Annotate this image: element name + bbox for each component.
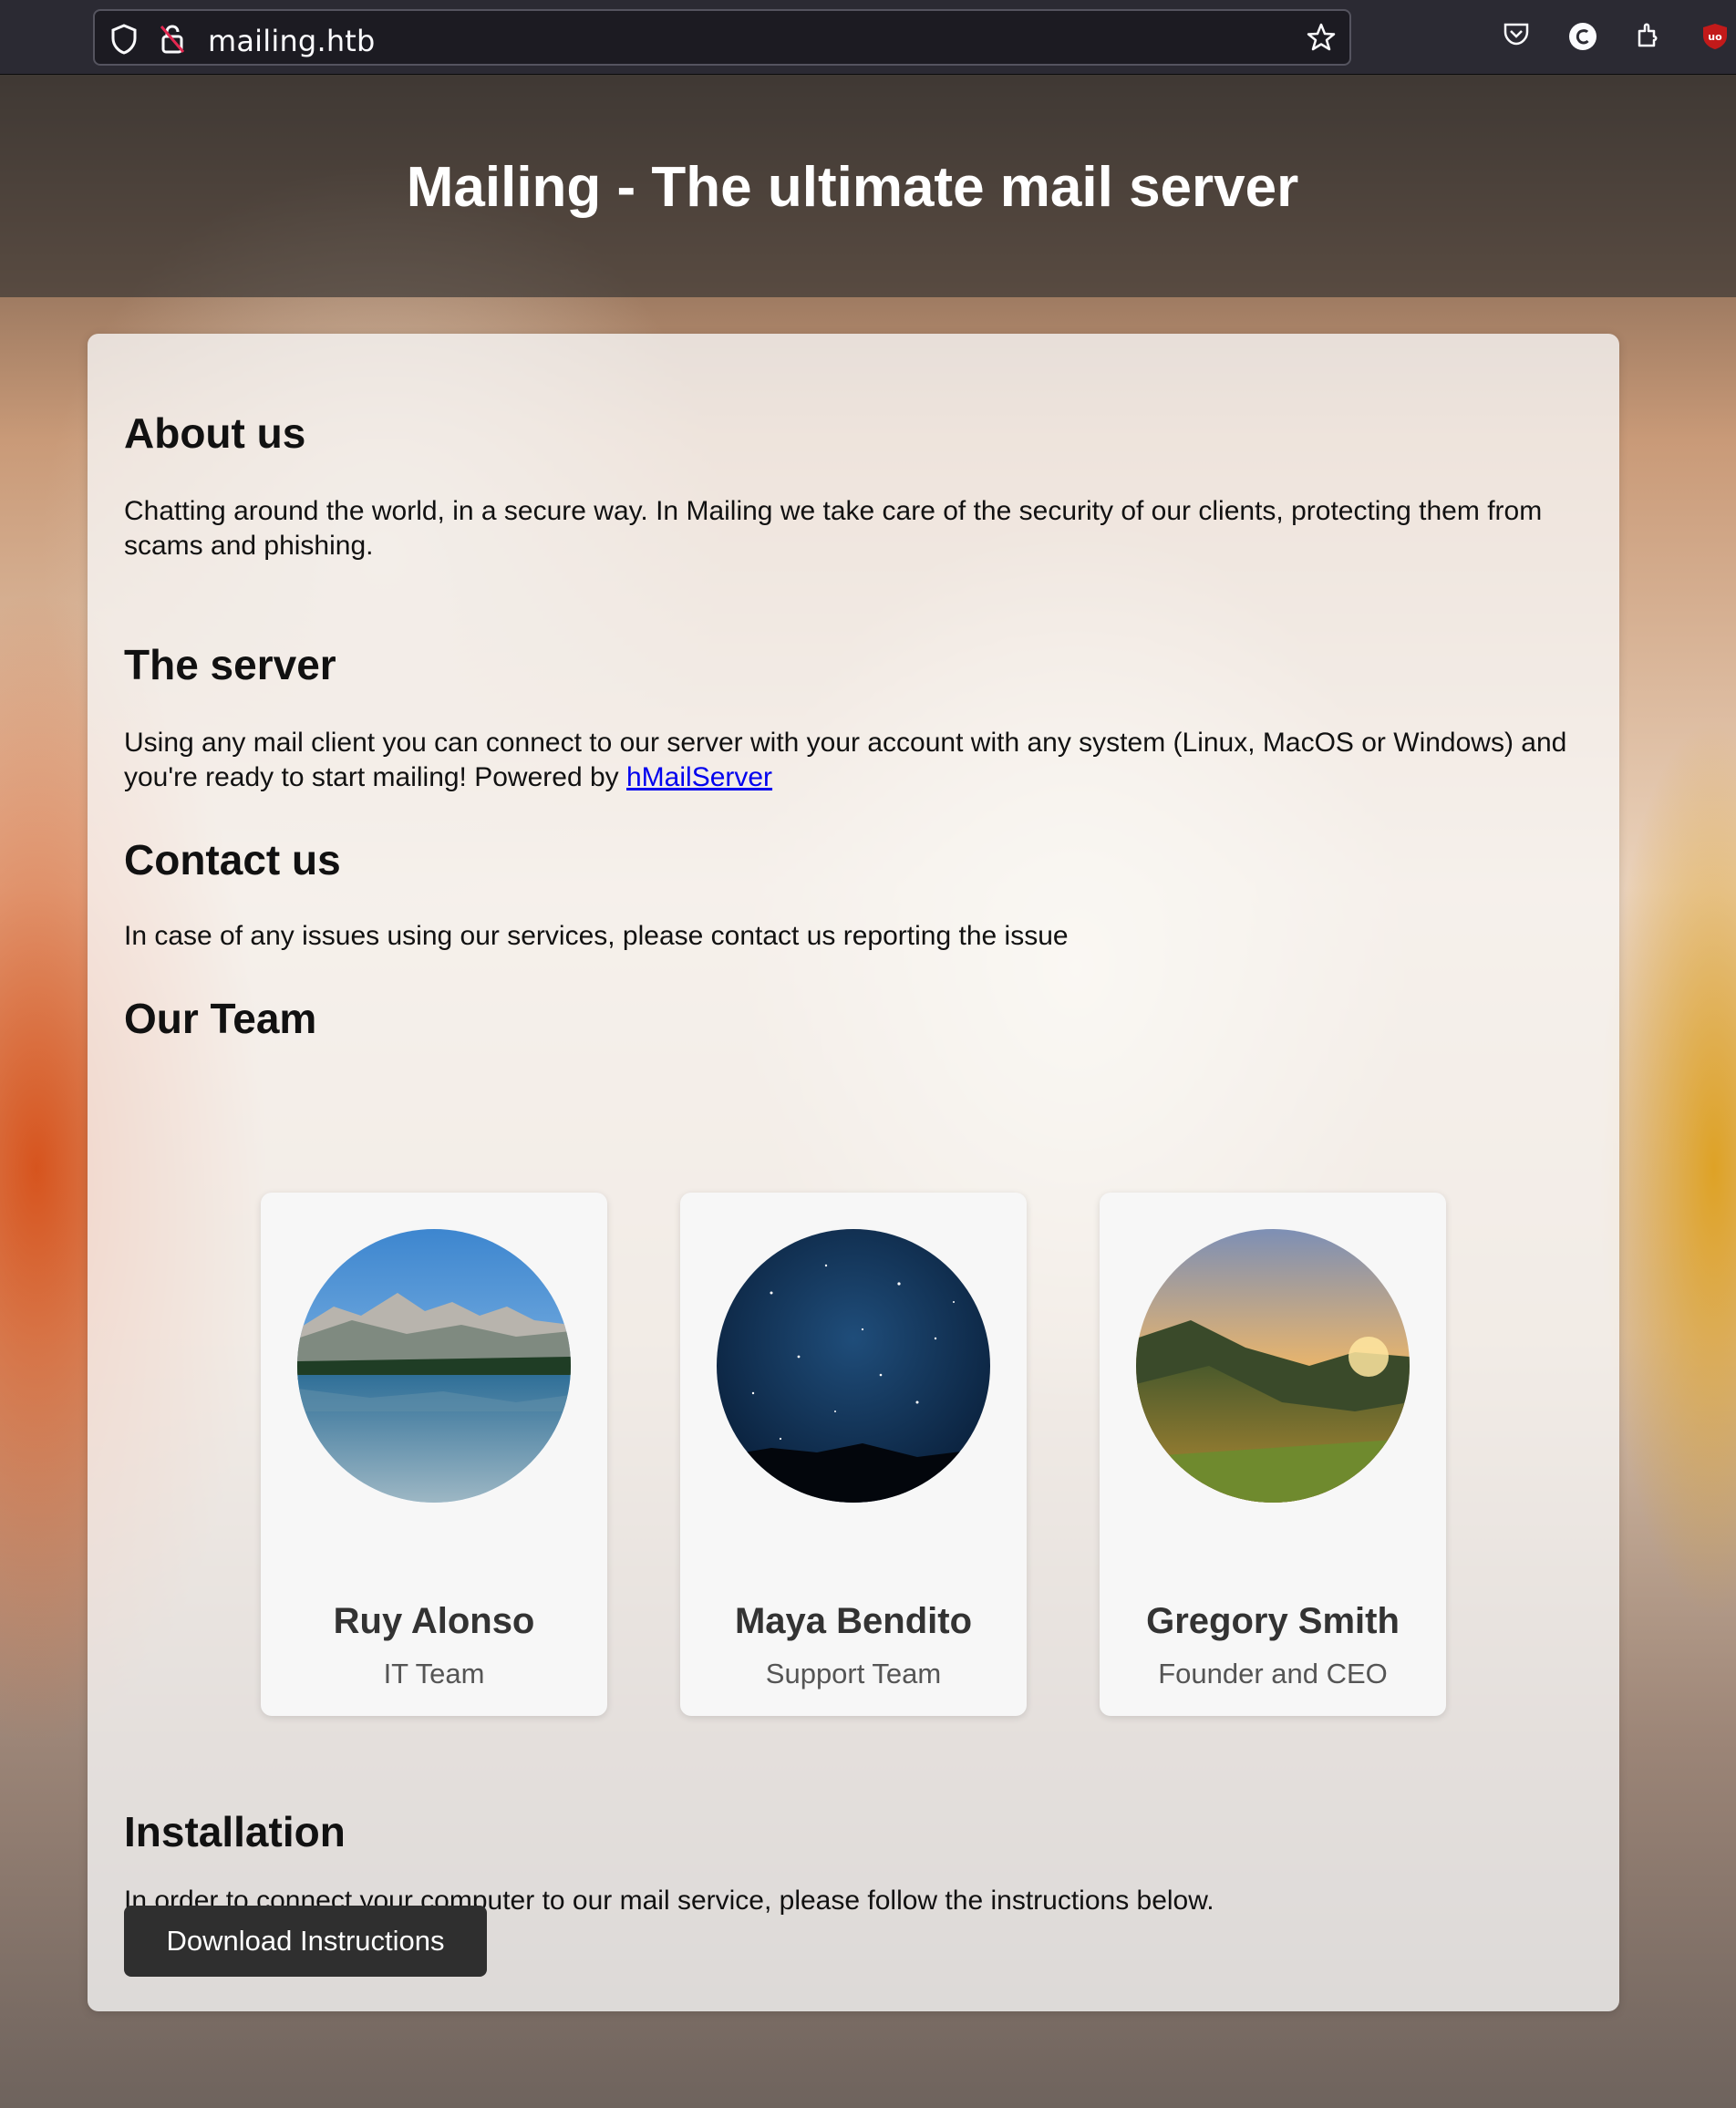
contact-text: In case of any issues using our services… — [124, 921, 1069, 951]
page-background: Mailing - The ultimate mail server About… — [0, 75, 1736, 2108]
member-name: Gregory Smith — [1146, 1601, 1400, 1641]
about-heading: About us — [124, 409, 306, 457]
page-title: Mailing - The ultimate mail server — [406, 156, 1299, 219]
team-member-card: Maya Bendito Support Team — [680, 1193, 1027, 1716]
insecure-lock-icon[interactable] — [159, 23, 186, 60]
extensions-icon[interactable] — [1636, 20, 1663, 54]
ublock-icon[interactable]: uo — [1701, 22, 1729, 56]
contact-heading: Contact us — [124, 836, 341, 884]
url-text[interactable]: mailing.htb — [208, 24, 376, 58]
sunset-valley-photo — [1136, 1229, 1410, 1503]
team-heading: Our Team — [124, 995, 317, 1042]
installation-heading: Installation — [124, 1808, 346, 1855]
pocket-icon[interactable] — [1503, 20, 1530, 52]
bookmark-star-icon[interactable] — [1306, 22, 1337, 57]
member-role: IT Team — [383, 1658, 485, 1690]
site-header: Mailing - The ultimate mail server — [0, 75, 1736, 297]
server-heading: The server — [124, 641, 336, 688]
team-member-card: Gregory Smith Founder and CEO — [1100, 1193, 1446, 1716]
member-name: Ruy Alonso — [333, 1601, 535, 1641]
address-bar[interactable]: mailing.htb — [93, 9, 1351, 66]
hmailserver-link[interactable]: hMailServer — [626, 762, 772, 792]
shield-icon[interactable] — [109, 24, 139, 59]
svg-text:uo: uo — [1708, 31, 1722, 43]
main-content: About us Chatting around the world, in a… — [88, 334, 1619, 2011]
member-name: Maya Bendito — [734, 1601, 973, 1641]
server-text-body: Using any mail client you can connect to… — [124, 728, 1567, 792]
account-icon[interactable] — [1568, 22, 1597, 56]
team-member-card: Ruy Alonso IT Team — [261, 1193, 607, 1716]
server-text: Using any mail client you can connect to… — [124, 726, 1592, 795]
member-role: Support Team — [765, 1658, 942, 1690]
mountain-lake-photo — [297, 1229, 571, 1503]
download-instructions-button[interactable]: Download Instructions — [124, 1906, 487, 1977]
browser-toolbar: mailing.htb uo — [0, 0, 1736, 75]
about-text: Chatting around the world, in a secure w… — [124, 496, 1543, 561]
member-role: Founder and CEO — [1158, 1658, 1388, 1690]
starry-night-photo — [717, 1229, 990, 1503]
